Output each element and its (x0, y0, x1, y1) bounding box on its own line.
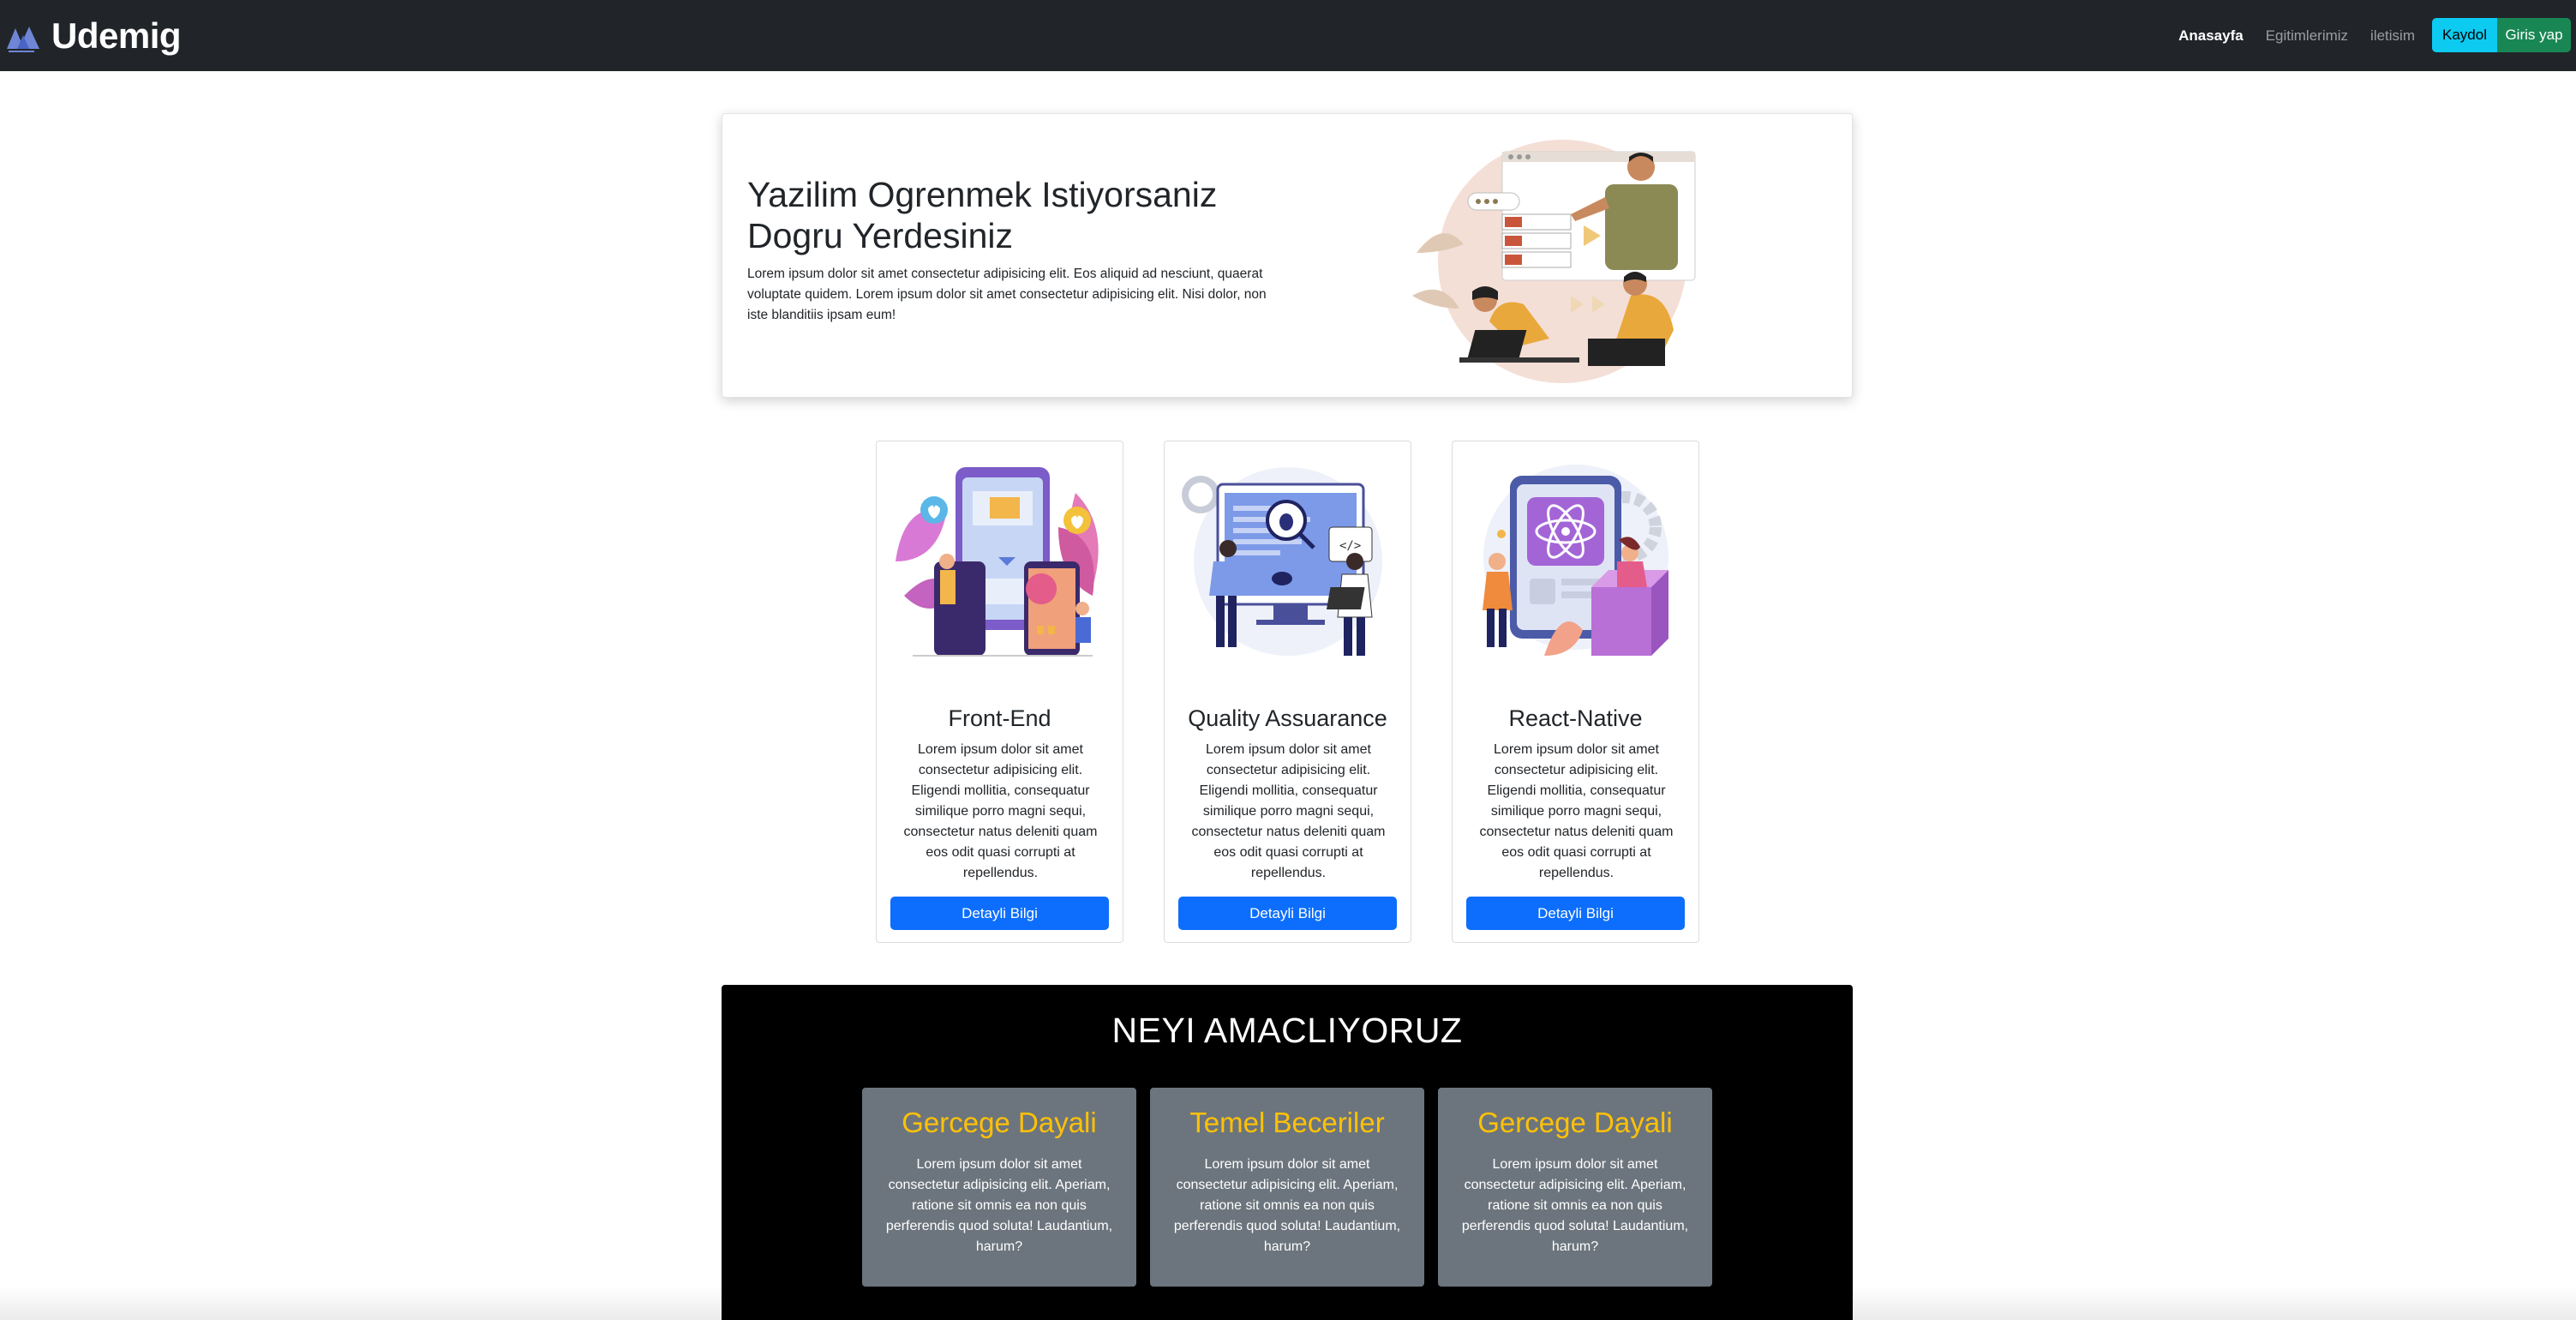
nav-links: Anasayfa Egitimlerimiz iletisim (2178, 0, 2415, 71)
purpose-title: NEYI AMACLIYORUZ (1111, 1011, 1463, 1050)
details-button-front-end[interactable]: Detayli Bilgi (890, 897, 1109, 930)
react-native-illustration (1463, 459, 1689, 673)
purpose-box-text: Lorem ipsum dolor sit amet consectetur a… (885, 1157, 1113, 1254)
login-button[interactable]: Giris yap (2497, 18, 2571, 52)
card-text: Lorem ipsum dolor sit amet consectetur a… (903, 742, 1098, 880)
details-button-quality-assurance[interactable]: Detayli Bilgi (1178, 897, 1397, 930)
purpose-box-title: Temel Beceriler (1189, 1107, 1385, 1138)
mobile-design-illustration (887, 459, 1113, 673)
purpose-box-title: Gercege Dayali (1477, 1107, 1673, 1138)
purpose-box-title: Gercege Dayali (902, 1107, 1097, 1138)
teaching-presentation-illustration (1391, 133, 1751, 390)
card-title: Front-End (948, 705, 1051, 731)
brand-name: Udemig (51, 15, 182, 56)
udemig-logo-icon (5, 16, 41, 56)
course-card-front-end: Front-End Lorem ipsum dolor sit amet con… (876, 441, 1123, 943)
card-text: Lorem ipsum dolor sit amet consectetur a… (1479, 742, 1674, 880)
purpose-box: Gercege Dayali Lorem ipsum dolor sit ame… (862, 1088, 1136, 1287)
purpose-box-text: Lorem ipsum dolor sit amet consectetur a… (1173, 1157, 1401, 1254)
navbar: Udemig Anasayfa Egitimlerimiz iletisim K… (0, 0, 2576, 71)
bug-testing-illustration: </> (1175, 459, 1401, 673)
purpose-section: NEYI AMACLIYORUZ Gercege Dayali Lorem ip… (722, 985, 1853, 1320)
signup-button[interactable]: Kaydol (2432, 18, 2497, 52)
details-button-react-native[interactable]: Detayli Bilgi (1466, 897, 1685, 930)
brand-link[interactable]: Udemig (5, 0, 182, 71)
course-card-react-native: React-Native Lorem ipsum dolor sit amet … (1452, 441, 1699, 943)
nav-link-egitimlerimiz[interactable]: Egitimlerimiz (2266, 27, 2348, 45)
hero-section: Yazilim Ogrenmek Istiyorsaniz Dogru Yerd… (722, 113, 1853, 398)
card-text: Lorem ipsum dolor sit amet consectetur a… (1191, 742, 1386, 880)
purpose-box: Temel Beceriler Lorem ipsum dolor sit am… (1150, 1088, 1424, 1287)
hero-text: Lorem ipsum dolor sit amet consectetur a… (747, 267, 1267, 322)
card-title: Quality Assuarance (1188, 705, 1387, 731)
card-title: React-Native (1508, 705, 1643, 731)
purpose-box-text: Lorem ipsum dolor sit amet consectetur a… (1461, 1157, 1689, 1254)
nav-link-iletisim[interactable]: iletisim (2370, 27, 2415, 45)
svg-text:</>: </> (1339, 539, 1361, 553)
course-card-quality-assurance: </> Quality Assuarance Lorem ipsum dolor… (1164, 441, 1411, 943)
hero-title: Yazilim Ogrenmek Istiyorsaniz Dogru Yerd… (747, 175, 1218, 255)
nav-link-anasayfa[interactable]: Anasayfa (2178, 27, 2244, 45)
purpose-box: Gercege Dayali Lorem ipsum dolor sit ame… (1438, 1088, 1712, 1287)
